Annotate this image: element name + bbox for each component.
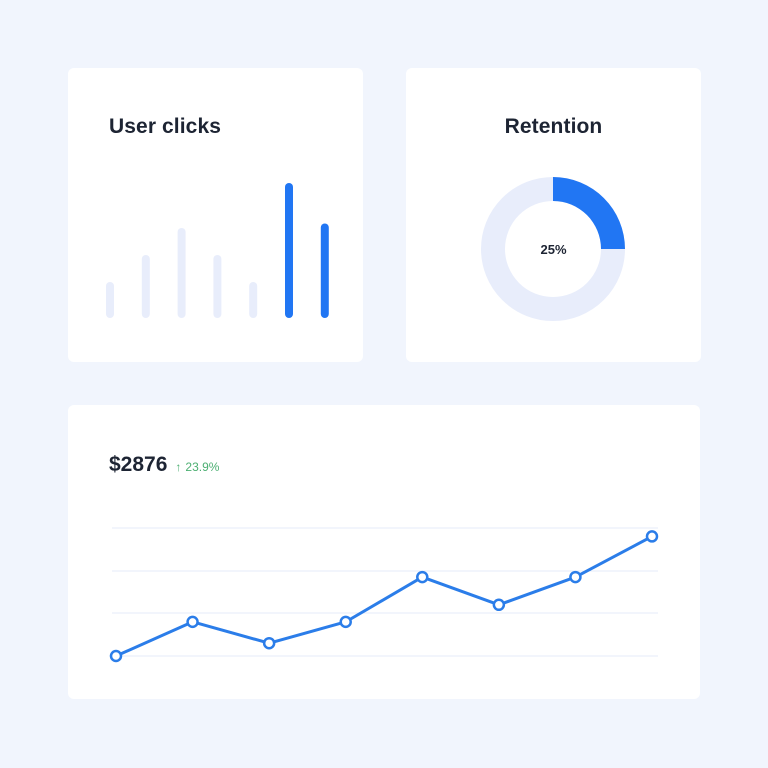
revenue-point [416, 570, 429, 584]
retention-value-label: 25% [540, 242, 567, 257]
user-clicks-bar [141, 255, 150, 318]
user-clicks-card: User clicks [68, 68, 363, 362]
revenue-point [262, 636, 276, 650]
user-clicks-bar [285, 183, 293, 318]
revenue-card: $2876 ↑ 23.9% [68, 405, 700, 699]
revenue-point [186, 615, 199, 629]
user-clicks-bar-chart [106, 183, 329, 318]
revenue-point [109, 649, 123, 663]
retention-donut-chart [481, 177, 625, 321]
retention-donut-segment [553, 177, 625, 249]
revenue-point [492, 598, 506, 612]
user-clicks-bar [177, 228, 186, 318]
user-clicks-bar [320, 223, 329, 318]
user-clicks-bar [249, 282, 258, 318]
revenue-point [339, 615, 352, 629]
user-clicks-bar [106, 282, 114, 318]
revenue-point [645, 530, 659, 543]
revenue-line [114, 534, 654, 658]
revenue-point [569, 570, 582, 584]
user-clicks-bar [213, 255, 222, 318]
revenue-line-chart [109, 527, 659, 663]
retention-card: Retention 25% [406, 68, 701, 362]
